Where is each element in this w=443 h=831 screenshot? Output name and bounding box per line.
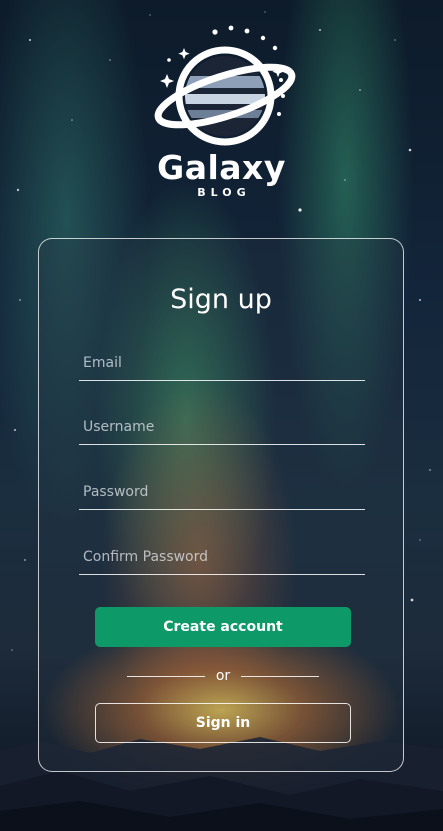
divider-line-left <box>127 675 205 677</box>
create-account-button[interactable]: Create account <box>95 607 351 647</box>
username-field-wrapper <box>79 410 365 445</box>
planet-ring-icon <box>154 25 295 146</box>
signup-card: Sign up Create account or Sign in <box>38 238 404 772</box>
username-field[interactable] <box>79 410 365 444</box>
page-title: Sign up <box>170 284 272 315</box>
brand-logo: Galaxy BLOG <box>147 22 297 200</box>
password-field[interactable] <box>79 475 365 509</box>
brand-subtitle: BLOG <box>197 186 251 199</box>
email-field[interactable] <box>79 346 365 380</box>
divider-line-right <box>240 675 319 677</box>
password-field-wrapper <box>79 475 365 510</box>
email-field-wrapper <box>79 346 365 381</box>
confirm-password-field-wrapper <box>79 540 365 575</box>
confirm-password-field[interactable] <box>79 540 365 574</box>
sign-in-button[interactable]: Sign in <box>95 703 351 743</box>
brand-name: Galaxy <box>157 148 286 187</box>
divider-text: or <box>215 668 231 684</box>
or-divider: or <box>127 667 319 685</box>
